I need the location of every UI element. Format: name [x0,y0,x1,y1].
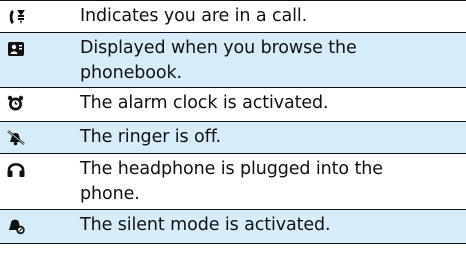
headphone-icon [7,161,25,178]
ringer-off-icon [7,129,26,146]
row-description: The ringer is off. [80,127,221,147]
silent-mode-icon [7,216,27,235]
phonebook-icon [7,41,25,57]
call-icon [7,8,27,26]
table-row: Indicates you are in a call. [0,1,466,33]
table-row: The silent mode is activated. [0,210,466,244]
table-row: Displayed when you browse the phonebook. [0,33,466,88]
alarm-clock-icon [7,95,24,112]
row-description: Indicates you are in a call. [80,6,308,26]
table-row: The alarm clock is activated. [0,88,466,122]
row-description: The headphone is plugged into the phone. [80,159,383,204]
table-row: The headphone is plugged into the phone. [0,154,466,210]
row-description: The silent mode is activated. [80,215,331,235]
icon-legend-table: Indicates you are in a call. Displayed w… [0,0,466,244]
table-row: The ringer is off. [0,122,466,154]
row-description: Displayed when you browse the phonebook. [80,38,357,83]
row-description: The alarm clock is activated. [80,93,329,113]
